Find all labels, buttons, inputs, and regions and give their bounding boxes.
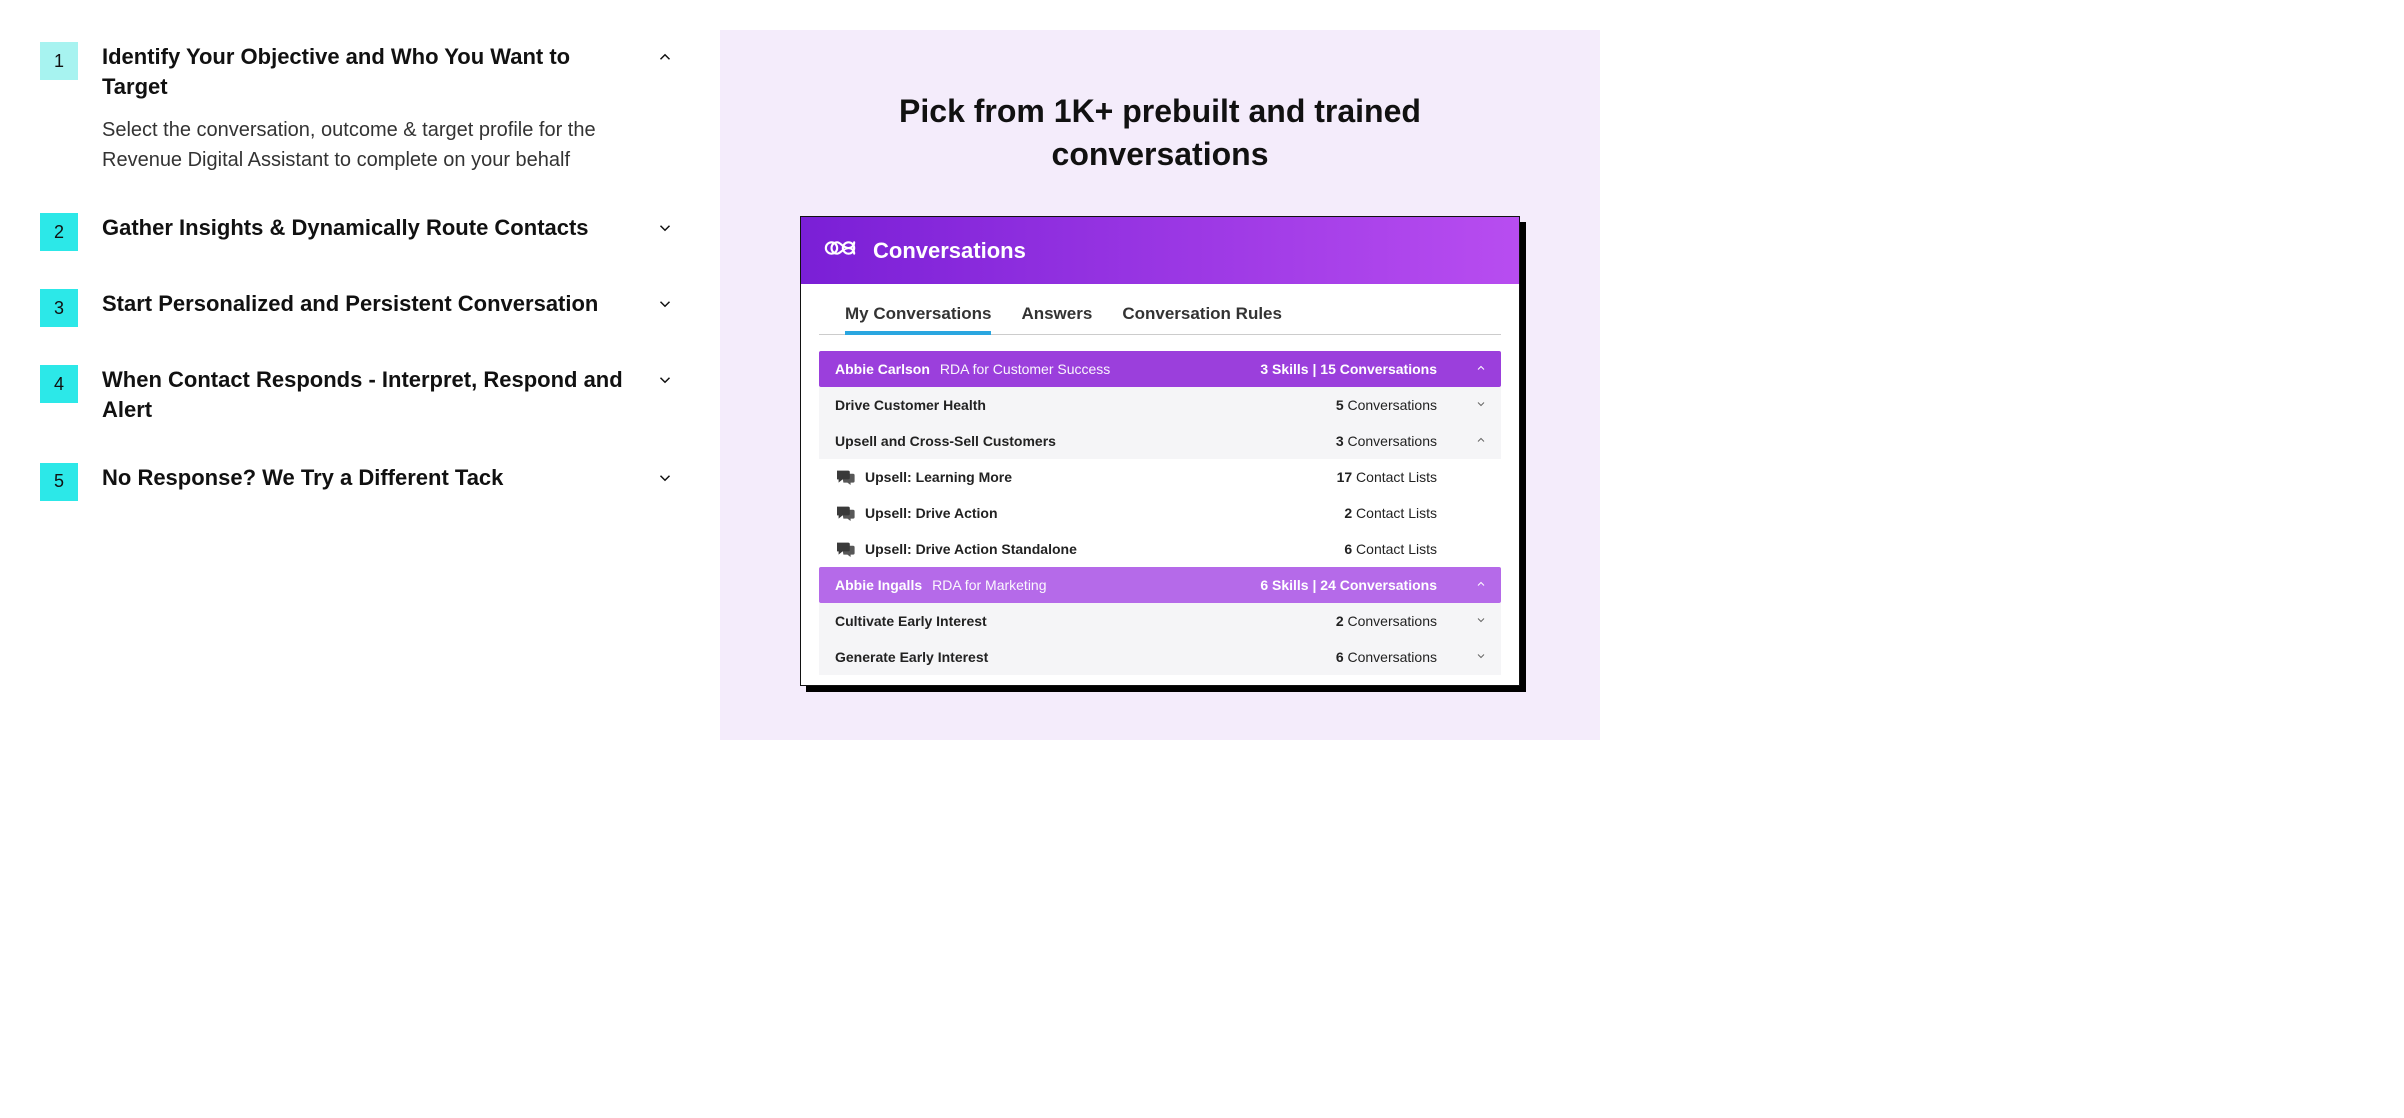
chevron-down-icon[interactable]	[1475, 613, 1487, 629]
accordion-title: Identify Your Objective and Who You Want…	[102, 42, 640, 101]
conversation-meta: 6 Contact Lists	[1344, 541, 1437, 557]
rda-meta: 6 Skills | 24 Conversations	[1260, 577, 1437, 593]
skill-meta: 3 Conversations	[1336, 433, 1437, 449]
tab-my-conversations[interactable]: My Conversations	[845, 304, 991, 334]
skill-label: Generate Early Interest	[835, 649, 988, 665]
rda-role: RDA for Customer Success	[940, 361, 1110, 377]
accordion-number-badge: 1	[40, 42, 78, 80]
accordion: 1 Identify Your Objective and Who You Wan…	[40, 30, 680, 740]
conversations-card-title: Conversations	[873, 238, 1026, 264]
conversation-meta: 2 Contact Lists	[1344, 505, 1437, 521]
conversation-icon	[835, 469, 855, 485]
preview-heading: Pick from 1K+ prebuilt and trained conve…	[800, 90, 1520, 176]
conversation-row[interactable]: Upsell: Drive Action 2 Contact Lists	[819, 495, 1501, 531]
chevron-down-icon[interactable]	[656, 469, 676, 489]
accordion-description: Select the conversation, outcome & targe…	[102, 115, 640, 175]
skill-meta: 6 Conversations	[1336, 649, 1437, 665]
accordion-title: Start Personalized and Persistent Conver…	[102, 289, 640, 319]
skill-row[interactable]: Drive Customer Health 5 Conversations	[819, 387, 1501, 423]
skill-row[interactable]: Cultivate Early Interest 2 Conversations	[819, 603, 1501, 639]
rda-name: Abbie Ingalls	[835, 577, 922, 593]
conversations-card-header: Conversations	[801, 217, 1519, 284]
skill-row[interactable]: Generate Early Interest 6 Conversations	[819, 639, 1501, 675]
chevron-down-icon[interactable]	[1475, 649, 1487, 665]
skill-label: Cultivate Early Interest	[835, 613, 987, 629]
rda-meta: 3 Skills | 15 Conversations	[1260, 361, 1437, 377]
infinity-icon	[823, 231, 857, 270]
accordion-title: Gather Insights & Dynamically Route Cont…	[102, 213, 640, 243]
conversation-row[interactable]: Upsell: Drive Action Standalone 6 Contact…	[819, 531, 1501, 567]
accordion-item-1[interactable]: 1 Identify Your Objective and Who You Wan…	[40, 30, 680, 187]
rda-group-header[interactable]: Abbie Ingalls RDA for Marketing 6 Skills |…	[819, 567, 1501, 603]
conversations-card: Conversations My Conversations Answers Con…	[800, 216, 1520, 686]
conversation-label: Upsell: Drive Action	[835, 505, 998, 521]
chevron-up-icon[interactable]	[656, 48, 676, 68]
conversation-row[interactable]: Upsell: Learning More 17 Contact Lists	[819, 459, 1501, 495]
conversation-label: Upsell: Learning More	[835, 469, 1012, 485]
conversations-tabs: My Conversations Answers Conversation Rule…	[819, 284, 1501, 335]
skill-row[interactable]: Upsell and Cross-Sell Customers 3 Convers…	[819, 423, 1501, 459]
accordion-item-5[interactable]: 5 No Response? We Try a Different Tack	[40, 451, 680, 513]
rda-name: Abbie Carlson	[835, 361, 930, 377]
conversations-list: Abbie Carlson RDA for Customer Success 3 S…	[801, 335, 1519, 685]
accordion-number-badge: 5	[40, 463, 78, 501]
tab-conversation-rules[interactable]: Conversation Rules	[1122, 304, 1282, 334]
conversation-meta: 17 Contact Lists	[1337, 469, 1437, 485]
conversation-icon	[835, 505, 855, 521]
preview-panel: Pick from 1K+ prebuilt and trained conve…	[720, 30, 1600, 740]
skill-meta: 5 Conversations	[1336, 397, 1437, 413]
accordion-title: No Response? We Try a Different Tack	[102, 463, 640, 493]
accordion-item-4[interactable]: 4 When Contact Responds - Interpret, Resp…	[40, 353, 680, 436]
tab-answers[interactable]: Answers	[1021, 304, 1092, 334]
accordion-number-badge: 2	[40, 213, 78, 251]
conversation-label: Upsell: Drive Action Standalone	[835, 541, 1077, 557]
accordion-item-3[interactable]: 3 Start Personalized and Persistent Conve…	[40, 277, 680, 339]
skill-meta: 2 Conversations	[1336, 613, 1437, 629]
chevron-up-icon[interactable]	[1475, 577, 1487, 593]
rda-group-header[interactable]: Abbie Carlson RDA for Customer Success 3 S…	[819, 351, 1501, 387]
accordion-item-2[interactable]: 2 Gather Insights & Dynamically Route Con…	[40, 201, 680, 263]
chevron-down-icon[interactable]	[656, 219, 676, 239]
chevron-down-icon[interactable]	[656, 371, 676, 391]
rda-role: RDA for Marketing	[932, 577, 1046, 593]
chevron-up-icon[interactable]	[1475, 361, 1487, 377]
chevron-down-icon[interactable]	[656, 295, 676, 315]
skill-label: Drive Customer Health	[835, 397, 986, 413]
chevron-up-icon[interactable]	[1475, 433, 1487, 449]
accordion-title: When Contact Responds - Interpret, Respo…	[102, 365, 640, 424]
conversation-icon	[835, 541, 855, 557]
accordion-number-badge: 3	[40, 289, 78, 327]
chevron-down-icon[interactable]	[1475, 397, 1487, 413]
skill-label: Upsell and Cross-Sell Customers	[835, 433, 1056, 449]
accordion-number-badge: 4	[40, 365, 78, 403]
